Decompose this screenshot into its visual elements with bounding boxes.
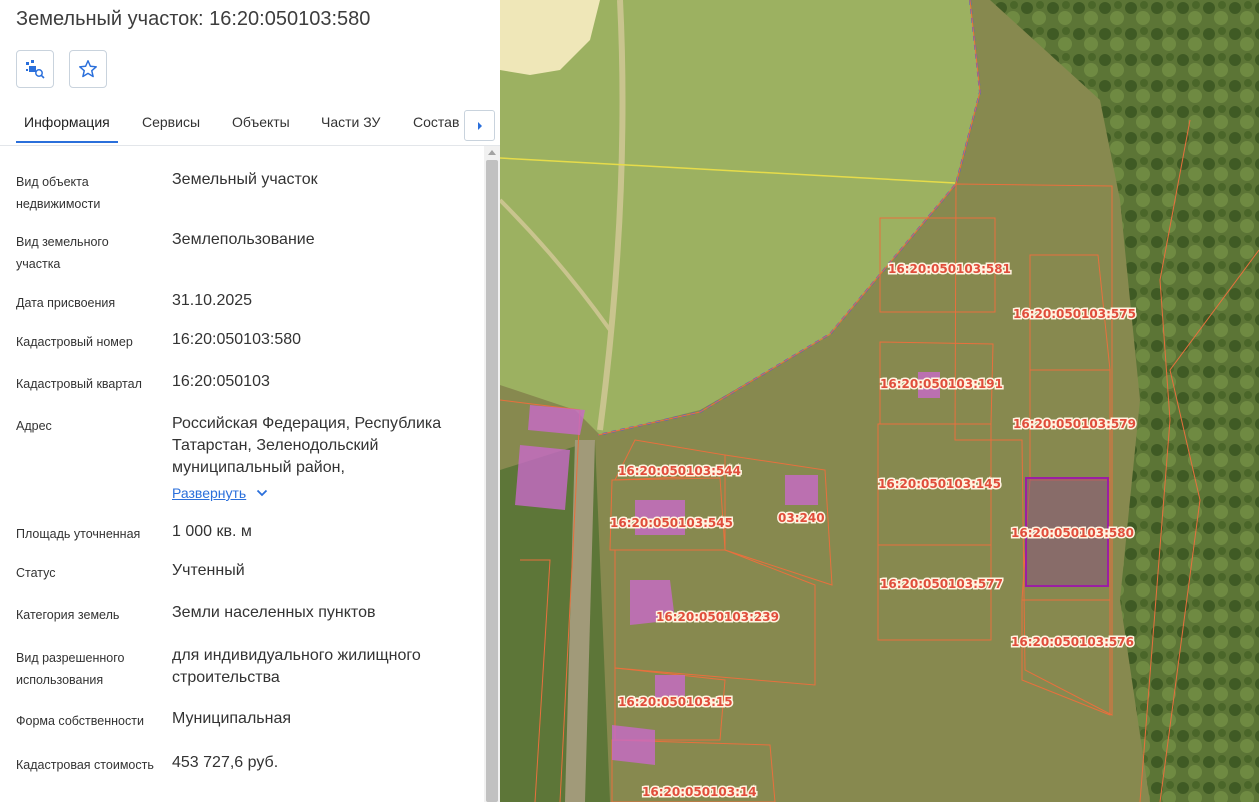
land-type-value: Землепользование [172, 231, 315, 248]
status-label: Статус [16, 566, 56, 580]
land-type-label: Вид земельного участка [16, 235, 109, 271]
parcel-label[interactable]: 03:240 [777, 510, 827, 527]
parcel-label[interactable]: 16:20:050103:576 [1010, 634, 1136, 651]
info-list: Вид объекта недвижимости Земельный участ… [0, 146, 484, 802]
page-title: Земельный участок: 16:20:050103:580 [16, 8, 371, 30]
parcel-label[interactable]: 16:20:050103:545 [609, 515, 735, 532]
address-expand-link[interactable]: Развернуть [172, 485, 268, 501]
status-value: Учтенный [172, 562, 245, 579]
map-search-icon [26, 60, 45, 79]
scroll-thumb[interactable] [486, 160, 498, 802]
cadastral-number-value: 16:20:050103:580 [172, 331, 302, 348]
locate-on-map-button[interactable] [16, 50, 54, 88]
active-tab-indicator [16, 141, 118, 143]
assign-date-label: Дата присвоения [16, 296, 116, 310]
tab-bar: Информация Сервисы Объекты Части ЗУ Сост… [0, 100, 500, 146]
cadastral-quarter-value: 16:20:050103 [172, 373, 270, 390]
info-panel: Земельный участок: 16:20:050103:580 Инфо… [0, 0, 500, 802]
scroll-up-arrow[interactable] [488, 150, 496, 155]
parcel-label[interactable]: 16:20:050103:145 [877, 476, 1003, 493]
map-view[interactable]: 16:20:050103:581 16:20:050103:575 16:20:… [500, 0, 1259, 802]
ownership-value: Муниципальная [172, 710, 292, 727]
expand-link-label: Развернуть [172, 485, 247, 501]
area-label: Площадь уточненная [16, 527, 141, 541]
parcel-label[interactable]: 16:20:050103:581 [887, 261, 1013, 278]
tab-parts[interactable]: Части ЗУ [321, 114, 380, 130]
cost-value: 453 727,6 руб. [172, 754, 279, 771]
map-canvas[interactable]: 16:20:050103:581 16:20:050103:575 16:20:… [500, 0, 1259, 802]
address-value: Российская Федерация, Республика Татарст… [172, 415, 442, 476]
parcel-label[interactable]: 16:20:050103:579 [1012, 416, 1138, 433]
parcel-label[interactable]: 16:20:050103:575 [1012, 306, 1138, 323]
star-icon [79, 60, 97, 78]
parcel-label[interactable]: 16:20:050103:239 [655, 609, 781, 626]
assign-date-value: 31.10.2025 [172, 292, 253, 309]
parcel-label[interactable]: 16:20:050103:577 [879, 576, 1005, 593]
permitted-use-label: Вид разрешенного использования [16, 651, 125, 687]
chevron-down-icon [257, 489, 268, 497]
favorite-button[interactable] [69, 50, 107, 88]
cadastral-number-label: Кадастровый номер [16, 335, 133, 349]
tab-objects[interactable]: Объекты [232, 114, 290, 130]
area-value: 1 000 кв. м [172, 523, 252, 540]
category-value: Земли населенных пунктов [172, 604, 376, 621]
tab-services[interactable]: Сервисы [142, 114, 200, 130]
address-label: Адрес [16, 419, 52, 433]
parcel-label[interactable]: 16:20:050103:14 [641, 784, 759, 801]
tabs-scroll-right-button[interactable] [464, 110, 495, 141]
parcel-label[interactable]: 16:20:050103:544 [617, 463, 743, 480]
scrollbar[interactable] [484, 146, 500, 802]
object-type-value: Земельный участок [172, 171, 318, 188]
parcel-label[interactable]: 16:20:050103:191 [879, 376, 1005, 393]
parcel-label[interactable]: 16:20:050103:15 [617, 694, 735, 711]
object-type-label: Вид объекта недвижимости [16, 175, 101, 211]
cadastral-quarter-label: Кадастровый квартал [16, 377, 142, 391]
ownership-label: Форма собственности [16, 714, 144, 728]
tab-info[interactable]: Информация [24, 114, 110, 130]
cost-label: Кадастровая стоимость [16, 758, 154, 772]
category-label: Категория земель [16, 608, 120, 622]
parcel-label-selected[interactable]: 16:20:050103:580 [1010, 525, 1136, 542]
permitted-use-value: для индивидуального жилищного строительс… [172, 647, 421, 686]
tab-composition[interactable]: Состав [413, 114, 459, 130]
caret-right-icon [477, 121, 482, 130]
